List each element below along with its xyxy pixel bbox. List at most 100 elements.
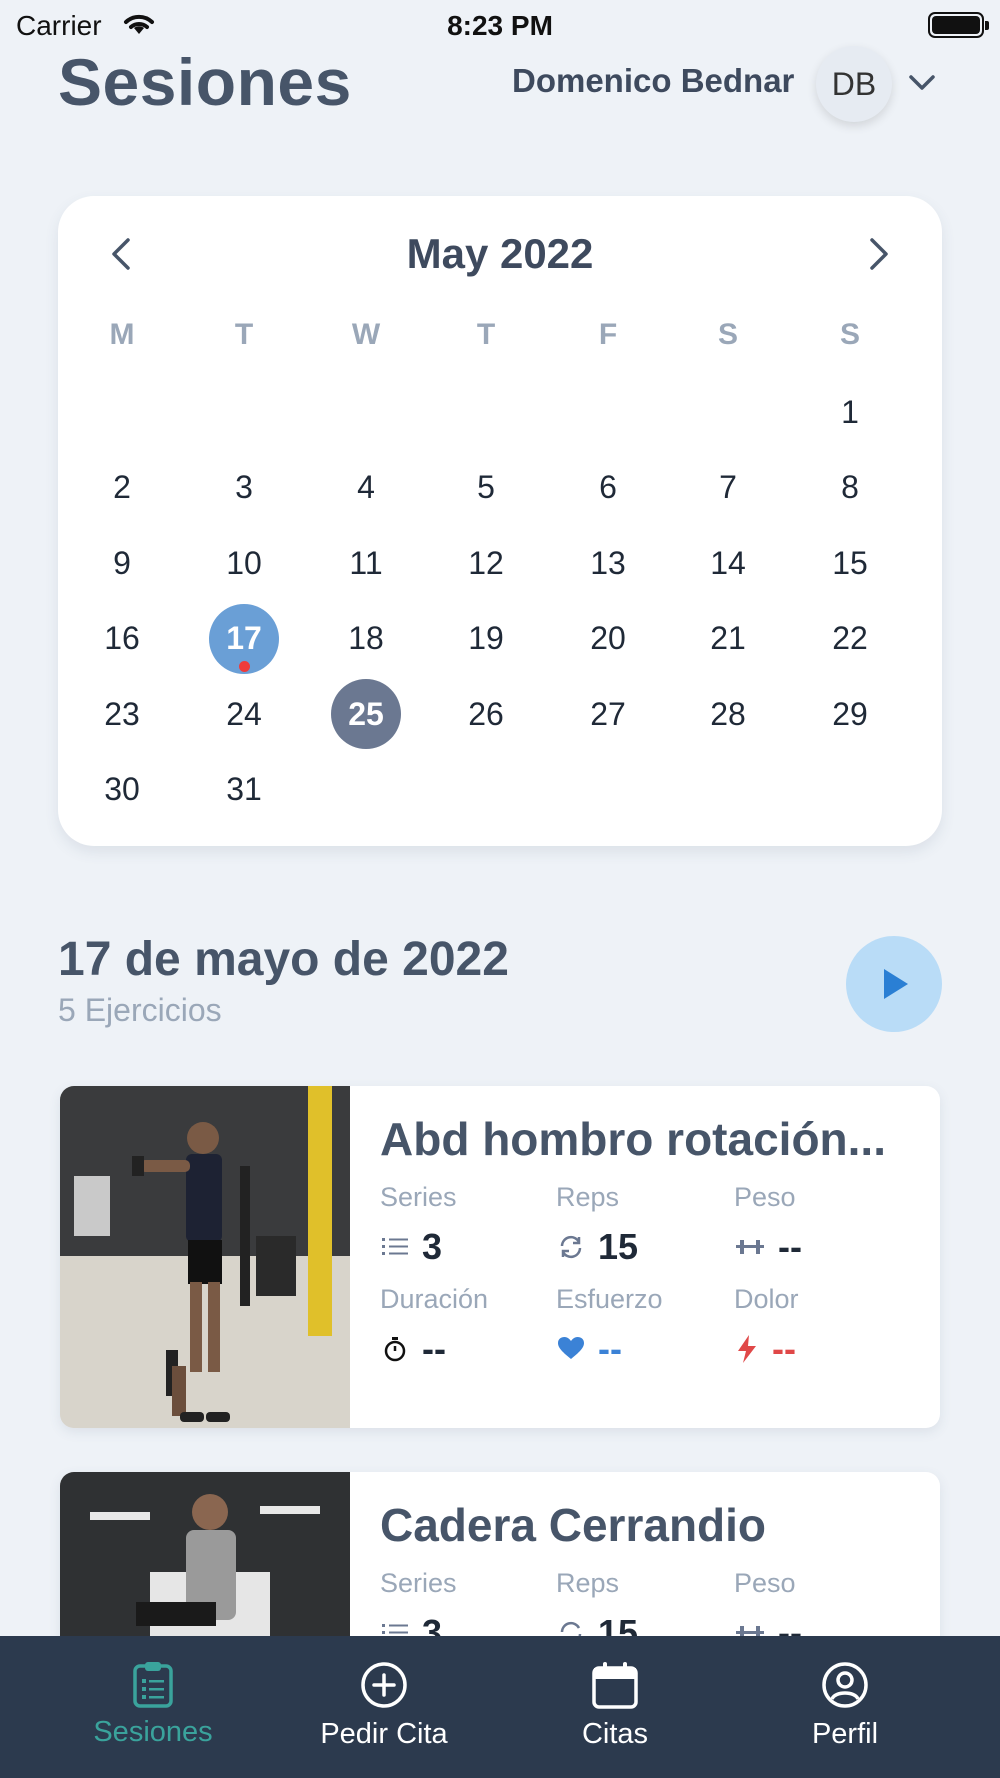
calendar-day[interactable]: 22 xyxy=(815,604,885,674)
calendar-day[interactable]: 14 xyxy=(693,528,763,598)
nav-item-citas[interactable]: Citas xyxy=(490,1636,740,1778)
calendar-day-number: 25 xyxy=(348,695,384,732)
peso-label: Peso xyxy=(734,1182,796,1212)
calendar-day[interactable]: 27 xyxy=(573,679,643,749)
calendar-day[interactable]: 19 xyxy=(451,604,521,674)
calendar-day-number: 22 xyxy=(832,620,868,656)
exercise-count: 5 Ejercicios xyxy=(58,992,222,1028)
calendar-day-number: 13 xyxy=(590,544,626,581)
bottom-nav: Sesiones Pedir Cita Citas Perfil xyxy=(0,1636,1000,1778)
nav-item-sesiones[interactable]: Sesiones xyxy=(28,1636,278,1778)
calendar-day-number: 31 xyxy=(226,771,262,807)
calendar-day-number: 2 xyxy=(113,469,131,505)
calendar-day[interactable]: 2 xyxy=(87,453,157,523)
calendar-day-number: 8 xyxy=(841,469,859,505)
dumbbell-icon xyxy=(736,1240,764,1254)
calendar-day-number: 19 xyxy=(468,620,504,656)
nav-label: Perfil xyxy=(811,1718,879,1750)
peso-label: Peso xyxy=(734,1568,796,1598)
calendar-day[interactable]: 26 xyxy=(451,679,521,749)
exercise-card[interactable]: Abd hombro rotación... Series Reps Peso … xyxy=(60,1086,940,1428)
calendar-day[interactable]: 17 xyxy=(209,603,279,674)
nav-label: Citas xyxy=(581,1718,649,1750)
series-label: Series xyxy=(380,1182,457,1212)
status-bar: Carrier 8:23 PM xyxy=(0,0,1000,50)
reps-label: Reps xyxy=(556,1182,620,1212)
calendar-day-number: 11 xyxy=(349,544,383,581)
user-name[interactable]: Domenico Bednar xyxy=(512,62,794,100)
play-session-button[interactable] xyxy=(846,936,942,1032)
reps-label: Reps xyxy=(556,1568,620,1598)
calendar-day-number: 4 xyxy=(357,469,375,505)
calendar-day-number: 9 xyxy=(113,544,131,581)
calendar-day[interactable]: 30 xyxy=(87,755,157,825)
calendar-day-number: 12 xyxy=(468,544,504,581)
calendar-day[interactable]: 1 xyxy=(815,377,885,447)
series-metric: 3 xyxy=(382,1226,442,1268)
lightning-icon xyxy=(738,1335,756,1363)
calendar-day[interactable]: 7 xyxy=(693,453,763,523)
series-value: 3 xyxy=(422,1226,443,1267)
weekday-label: F xyxy=(598,318,618,351)
calendar-day[interactable]: 3 xyxy=(209,453,279,523)
battery-icon xyxy=(928,12,989,38)
calendar-day[interactable]: 16 xyxy=(87,604,157,674)
calendar-day[interactable]: 9 xyxy=(87,528,157,598)
reps-value: 15 xyxy=(598,1226,639,1267)
calendar-day[interactable]: 15 xyxy=(815,528,885,598)
calendar-day[interactable]: 5 xyxy=(451,453,521,523)
calendar-icon xyxy=(592,1662,638,1709)
calendar-day-number: 18 xyxy=(348,620,384,656)
calendar-day[interactable]: 12 xyxy=(451,528,521,598)
calendar-day[interactable]: 10 xyxy=(209,528,279,598)
exercise-title: Cadera Cerrandio xyxy=(380,1499,767,1551)
calendar-day[interactable]: 4 xyxy=(331,453,401,523)
play-icon xyxy=(884,969,908,999)
calendar: May 2022 MTWTFSS 1 2 3 4 5 6 7 8 9 10 11 12 13 14 15 16… xyxy=(58,196,942,846)
calendar-day-number: 17 xyxy=(226,620,262,656)
exercise-thumbnail xyxy=(60,1086,350,1428)
calendar-day[interactable]: 8 xyxy=(815,453,885,523)
calendar-day[interactable]: 28 xyxy=(693,679,763,749)
calendar-day[interactable]: 31 xyxy=(209,755,279,825)
calendar-day-number: 10 xyxy=(226,544,262,581)
calendar-day-number: 6 xyxy=(599,469,617,505)
calendar-day[interactable]: 13 xyxy=(573,528,643,598)
esfuerzo-label: Esfuerzo xyxy=(556,1284,663,1314)
nav-item-perfil[interactable]: Perfil xyxy=(720,1636,970,1778)
duracion-value: -- xyxy=(422,1328,446,1369)
esfuerzo-value: -- xyxy=(598,1328,622,1369)
chevron-right-icon[interactable] xyxy=(858,234,898,274)
calendar-day[interactable]: 20 xyxy=(573,604,643,674)
esfuerzo-metric: -- xyxy=(558,1328,622,1370)
clipboard-icon xyxy=(133,1662,173,1708)
calendar-day-number: 30 xyxy=(104,771,140,807)
calendar-day-number: 24 xyxy=(226,695,262,732)
calendar-day[interactable]: 18 xyxy=(331,604,401,674)
calendar-day-number: 23 xyxy=(104,695,140,732)
nav-item-pedir-cita[interactable]: Pedir Cita xyxy=(259,1636,509,1778)
calendar-day[interactable]: 6 xyxy=(573,453,643,523)
calendar-day-number: 14 xyxy=(710,544,746,581)
calendar-day[interactable]: 25 xyxy=(331,679,401,749)
calendar-day-number: 7 xyxy=(719,469,737,505)
calendar-day-number: 20 xyxy=(590,620,626,656)
calendar-day[interactable]: 11 xyxy=(331,528,401,598)
heart-icon xyxy=(558,1337,584,1359)
calendar-day-number: 21 xyxy=(710,620,746,656)
nav-label: Pedir Cita xyxy=(320,1718,448,1750)
calendar-day-number: 28 xyxy=(710,695,746,732)
calendar-day-number: 29 xyxy=(832,695,868,732)
peso-value: -- xyxy=(778,1226,802,1267)
duracion-label: Duración xyxy=(380,1284,489,1314)
calendar-day[interactable]: 29 xyxy=(815,679,885,749)
calendar-day-number: 15 xyxy=(832,544,868,581)
chevron-down-icon[interactable] xyxy=(906,72,938,94)
avatar[interactable]: DB xyxy=(816,46,892,122)
calendar-day[interactable]: 21 xyxy=(693,604,763,674)
weekday-label: S xyxy=(717,318,738,351)
session-date: 17 de mayo de 2022 xyxy=(58,933,509,986)
plus-circle-icon xyxy=(361,1662,407,1708)
calendar-day[interactable]: 23 xyxy=(87,679,157,749)
calendar-day[interactable]: 24 xyxy=(209,679,279,749)
